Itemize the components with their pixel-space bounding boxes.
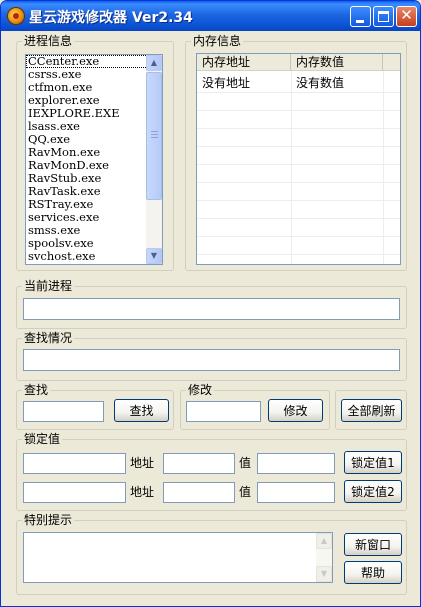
close-button[interactable]: ✕	[396, 6, 417, 27]
minimize-icon	[356, 20, 364, 23]
app-icon[interactable]	[7, 7, 25, 25]
process-list-item[interactable]: svchost.exe	[26, 250, 162, 263]
close-icon: ✕	[400, 6, 413, 24]
search-label: 查找	[22, 382, 51, 398]
lock-value-group: 锁定值 地址 值 锁定值1 地址 值 锁定值2	[16, 431, 407, 511]
column-header-value[interactable]: 内存数值	[291, 54, 383, 71]
tips-scroll-down-icon[interactable]: ▼	[316, 566, 332, 582]
main-window: 星云游戏修改器 Ver2.34 ✕ 进程信息 CCenter.exe csrss.…	[0, 0, 421, 607]
lock-value-label: 锁定值	[22, 431, 63, 447]
process-listbox[interactable]: CCenter.exe csrss.exe ctfmon.exe explorer.e…	[25, 54, 163, 265]
search-status-field[interactable]	[23, 349, 400, 371]
scroll-down-icon[interactable]: ▼	[146, 248, 162, 264]
search-status-group: 查找情况	[16, 330, 407, 381]
tips-scroll-up-icon[interactable]: ▲	[316, 533, 332, 549]
lock-address-field-2[interactable]	[163, 482, 235, 503]
lock-value-field-2[interactable]	[257, 482, 335, 503]
refresh-group: 全部刷新	[335, 390, 407, 430]
column-header-address[interactable]: 内存地址	[197, 54, 291, 71]
special-tips-group: 特别提示 ▲ ▼ 新窗口 帮助	[16, 512, 407, 595]
memory-list-header: 内存地址 内存数值	[197, 54, 400, 71]
search-group: 查找 查找	[16, 382, 174, 430]
current-process-group: 当前进程	[16, 278, 407, 329]
refresh-all-button[interactable]: 全部刷新	[341, 399, 402, 422]
process-info-label: 进程信息	[22, 33, 75, 49]
process-scrollbar[interactable]: ▲ ▼	[146, 55, 162, 264]
modify-input[interactable]	[186, 401, 261, 422]
maximize-button[interactable]	[373, 6, 394, 27]
lock-value-1-button[interactable]: 锁定值1	[344, 451, 402, 474]
tips-textarea[interactable]: ▲ ▼	[23, 532, 333, 583]
lock-name-field-1[interactable]	[23, 453, 126, 474]
scroll-up-icon[interactable]: ▲	[146, 55, 162, 71]
lock-value-label-1: 值	[239, 456, 252, 470]
search-input[interactable]	[23, 401, 104, 422]
current-process-label: 当前进程	[22, 278, 75, 294]
current-process-field[interactable]	[23, 298, 400, 320]
maximize-icon	[378, 11, 389, 22]
special-tips-label: 特别提示	[22, 512, 75, 528]
lock-value-field-1[interactable]	[257, 453, 335, 474]
modify-label: 修改	[186, 382, 215, 398]
lock-value-label-2: 值	[239, 485, 252, 499]
process-info-group: 进程信息 CCenter.exe csrss.exe ctfmon.exe explo…	[16, 33, 174, 271]
memory-info-group: 内存信息 内存地址 内存数值 没有地址 没有数值	[185, 33, 407, 271]
lock-name-field-2[interactable]	[23, 482, 126, 503]
lock-value-2-button[interactable]: 锁定值2	[344, 480, 402, 503]
minimize-button[interactable]	[350, 6, 371, 27]
memory-address-cell[interactable]: 没有地址	[197, 74, 291, 92]
memory-info-label: 内存信息	[191, 33, 244, 49]
help-button[interactable]: 帮助	[344, 561, 402, 584]
window-title: 星云游戏修改器 Ver2.34	[29, 10, 193, 26]
lock-address-label-1: 地址	[130, 456, 155, 470]
tips-scrollbar[interactable]: ▲ ▼	[316, 533, 332, 582]
search-button[interactable]: 查找	[114, 399, 169, 422]
modify-button[interactable]: 修改	[268, 399, 323, 422]
title-bar[interactable]: 星云游戏修改器 Ver2.34 ✕	[1, 1, 420, 31]
lock-address-label-2: 地址	[130, 485, 155, 499]
modify-group: 修改 修改	[180, 382, 330, 430]
scroll-thumb[interactable]	[146, 72, 162, 200]
lock-address-field-1[interactable]	[163, 453, 235, 474]
process-list: CCenter.exe csrss.exe ctfmon.exe explorer.e…	[26, 55, 162, 263]
search-status-label: 查找情况	[22, 330, 75, 346]
memory-listview[interactable]: 内存地址 内存数值 没有地址 没有数值	[196, 53, 401, 265]
memory-value-cell[interactable]: 没有数值	[291, 74, 383, 92]
new-window-button[interactable]: 新窗口	[344, 533, 402, 556]
